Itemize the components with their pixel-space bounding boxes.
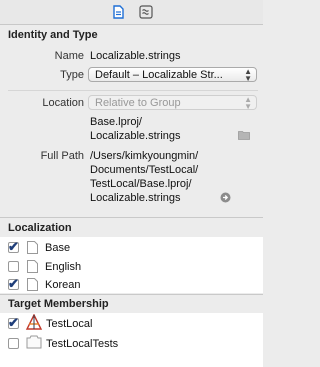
location-popup-value: Relative to Group: [95, 97, 181, 109]
file-icon: [27, 278, 38, 291]
file-icon: [27, 241, 38, 254]
location-popup[interactable]: Relative to Group ▲ ▼: [88, 95, 257, 110]
testlocaltests-checkbox[interactable]: [8, 338, 19, 349]
korean-checkbox[interactable]: ✔: [8, 276, 19, 291]
reveal-arrow-icon[interactable]: [220, 192, 231, 203]
target-label-testlocaltests: TestLocalTests: [46, 338, 119, 350]
file-inspector-panel: Identity and Type Name Localizable.strin…: [0, 0, 263, 367]
test-bundle-icon: [26, 335, 42, 349]
full-path-label: Full Path: [40, 150, 84, 162]
full-path-line-4: Localizable.strings: [90, 192, 181, 204]
full-path-line-2: Documents/TestLocal/: [90, 164, 199, 176]
location-label: Location: [42, 97, 84, 109]
localization-section-header: Localization: [8, 222, 72, 234]
checkmark-icon: ✔: [8, 315, 19, 330]
relative-path-line-1: Base.lproj/: [90, 116, 142, 128]
identity-section-header: Identity and Type: [8, 29, 98, 41]
full-path-line-1: /Users/kimkyoungmin/: [90, 150, 199, 162]
type-label: Type: [60, 69, 84, 81]
divider: [8, 90, 258, 91]
file-inspector-icon[interactable]: [111, 5, 125, 19]
localization-label-base: Base: [45, 242, 71, 254]
english-checkbox[interactable]: [8, 261, 19, 272]
checkmark-icon: ✔: [8, 276, 19, 291]
localization-label-english: English: [45, 261, 82, 273]
base-checkbox[interactable]: ✔: [8, 239, 19, 254]
testlocal-checkbox[interactable]: ✔: [8, 315, 19, 330]
checkmark-icon: ✔: [8, 239, 19, 254]
localization-label-korean: Korean: [45, 279, 81, 291]
popup-arrows-icon: ▲ ▼: [244, 95, 252, 110]
app-target-icon: [25, 314, 43, 330]
file-icon: [27, 260, 38, 273]
localization-list: [0, 237, 263, 293]
full-path-line-3: TestLocal/Base.lproj/: [90, 178, 192, 190]
type-popup[interactable]: Default – Localizable Str... ▲ ▼: [88, 67, 257, 82]
target-membership-section-header: Target Membership: [8, 298, 109, 310]
popup-arrows-icon: ▲ ▼: [244, 67, 252, 82]
target-label-testlocal: TestLocal: [46, 318, 93, 330]
type-popup-value: Default – Localizable Str...: [95, 69, 223, 81]
divider: [0, 217, 263, 218]
name-value[interactable]: Localizable.strings: [90, 50, 181, 62]
relative-path-line-2: Localizable.strings: [90, 130, 181, 142]
folder-icon[interactable]: [238, 130, 250, 140]
inspector-toolbar: [0, 0, 263, 25]
name-label: Name: [54, 50, 84, 62]
quick-help-icon[interactable]: [139, 5, 153, 19]
